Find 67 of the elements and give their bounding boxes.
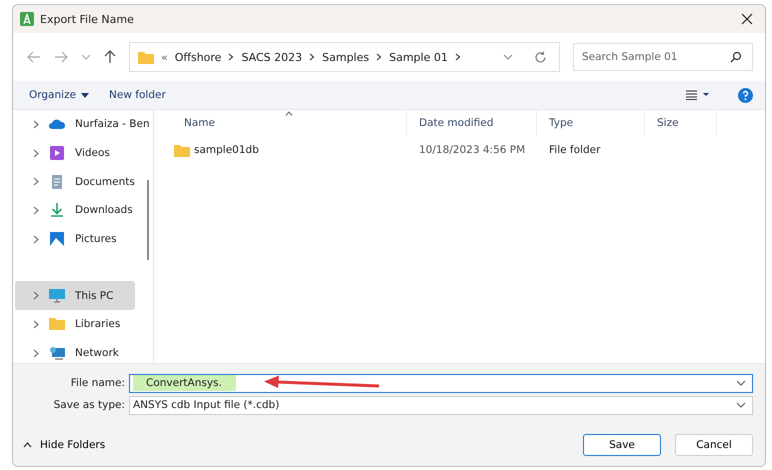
sidebar-item[interactable]: This PC <box>15 281 135 310</box>
close-icon[interactable] <box>741 13 753 25</box>
picture-icon <box>49 232 65 246</box>
chevron-right-icon[interactable] <box>376 53 382 61</box>
download-icon <box>49 203 65 218</box>
chevron-right-icon[interactable] <box>33 320 39 329</box>
tower-icon <box>20 12 34 26</box>
breadcrumb[interactable]: Sample 01 <box>389 50 448 64</box>
monitor-icon <box>49 288 65 303</box>
caret-down-icon <box>81 92 90 98</box>
view-options-icon[interactable] <box>686 90 710 100</box>
chevron-right-icon[interactable] <box>33 120 39 129</box>
refresh-icon[interactable] <box>534 50 547 64</box>
chevron-right-icon[interactable] <box>454 53 461 61</box>
sidebar-item[interactable]: Nurfaiza - Ben <box>15 110 150 139</box>
folder-icon <box>174 144 190 156</box>
search-icon <box>730 51 742 63</box>
chevron-right-icon[interactable] <box>33 348 39 358</box>
chevron-right-icon[interactable] <box>228 53 234 61</box>
breadcrumb[interactable]: Samples <box>322 50 370 64</box>
address-bar[interactable]: « Offshore SACS 2023 Samples Sample 01 <box>129 42 560 72</box>
help-icon[interactable] <box>738 88 753 102</box>
caret-up-icon <box>23 442 32 448</box>
up-arrow-icon[interactable] <box>104 50 116 64</box>
breadcrumb[interactable]: Offshore <box>174 50 222 64</box>
sidebar-item[interactable]: Pictures <box>15 224 135 254</box>
chevron-down-icon[interactable] <box>736 402 746 408</box>
organize-menu-button[interactable]: Organize <box>29 89 90 101</box>
sidebar-item[interactable]: Documents <box>15 167 135 196</box>
save-button[interactable]: Save <box>583 434 661 456</box>
column-header[interactable]: Size <box>645 110 717 136</box>
column-header[interactable]: Name <box>172 110 407 136</box>
sidebar-item[interactable]: Downloads <box>15 196 135 225</box>
video-icon <box>49 146 65 160</box>
sidebar-item[interactable]: Libraries <box>15 310 135 339</box>
type-cell: File folder <box>549 144 600 156</box>
folder-icon <box>138 50 154 64</box>
overflow-crumb[interactable]: « <box>161 50 168 64</box>
chevron-right-icon[interactable] <box>33 148 39 158</box>
new-folder-button[interactable]: New folder <box>109 89 166 101</box>
chevron-right-icon[interactable] <box>309 53 316 61</box>
column-header[interactable]: Date modified <box>407 110 537 136</box>
column-header[interactable]: Type <box>537 110 645 136</box>
search-field[interactable]: Search Sample 01 <box>573 43 753 71</box>
sort-caret-icon <box>285 111 293 116</box>
file-name-field[interactable]: ConvertAnsys. <box>129 374 753 392</box>
cloud-icon <box>49 117 65 132</box>
save-as-type-dropdown[interactable]: ANSYS cdb Input file (*.cdb) <box>129 396 753 414</box>
date-cell: 10/18/2023 4:56 PM <box>419 144 526 156</box>
hide-folders-button[interactable]: Hide Folders <box>23 439 106 451</box>
chevron-down-icon[interactable] <box>503 54 513 60</box>
save-as-type-label: Save as type: <box>52 399 126 411</box>
file-name-cell[interactable]: sample01db <box>194 144 259 156</box>
sidebar-item[interactable]: Network <box>15 338 135 363</box>
sidebar-item[interactable]: Videos <box>15 138 135 168</box>
breadcrumb[interactable]: SACS 2023 <box>241 50 302 64</box>
cancel-button[interactable]: Cancel <box>675 434 753 456</box>
chevron-right-icon[interactable] <box>33 177 39 186</box>
folder-icon <box>49 317 65 332</box>
chevron-right-icon[interactable] <box>33 234 39 244</box>
chevron-right-icon[interactable] <box>33 206 39 215</box>
window-title: Export File Name <box>40 12 134 26</box>
network-icon <box>49 346 65 360</box>
document-icon <box>49 174 65 189</box>
chevron-down-icon[interactable] <box>736 380 746 386</box>
file-name-label: File name: <box>70 377 126 389</box>
scrollbar[interactable] <box>147 180 149 260</box>
